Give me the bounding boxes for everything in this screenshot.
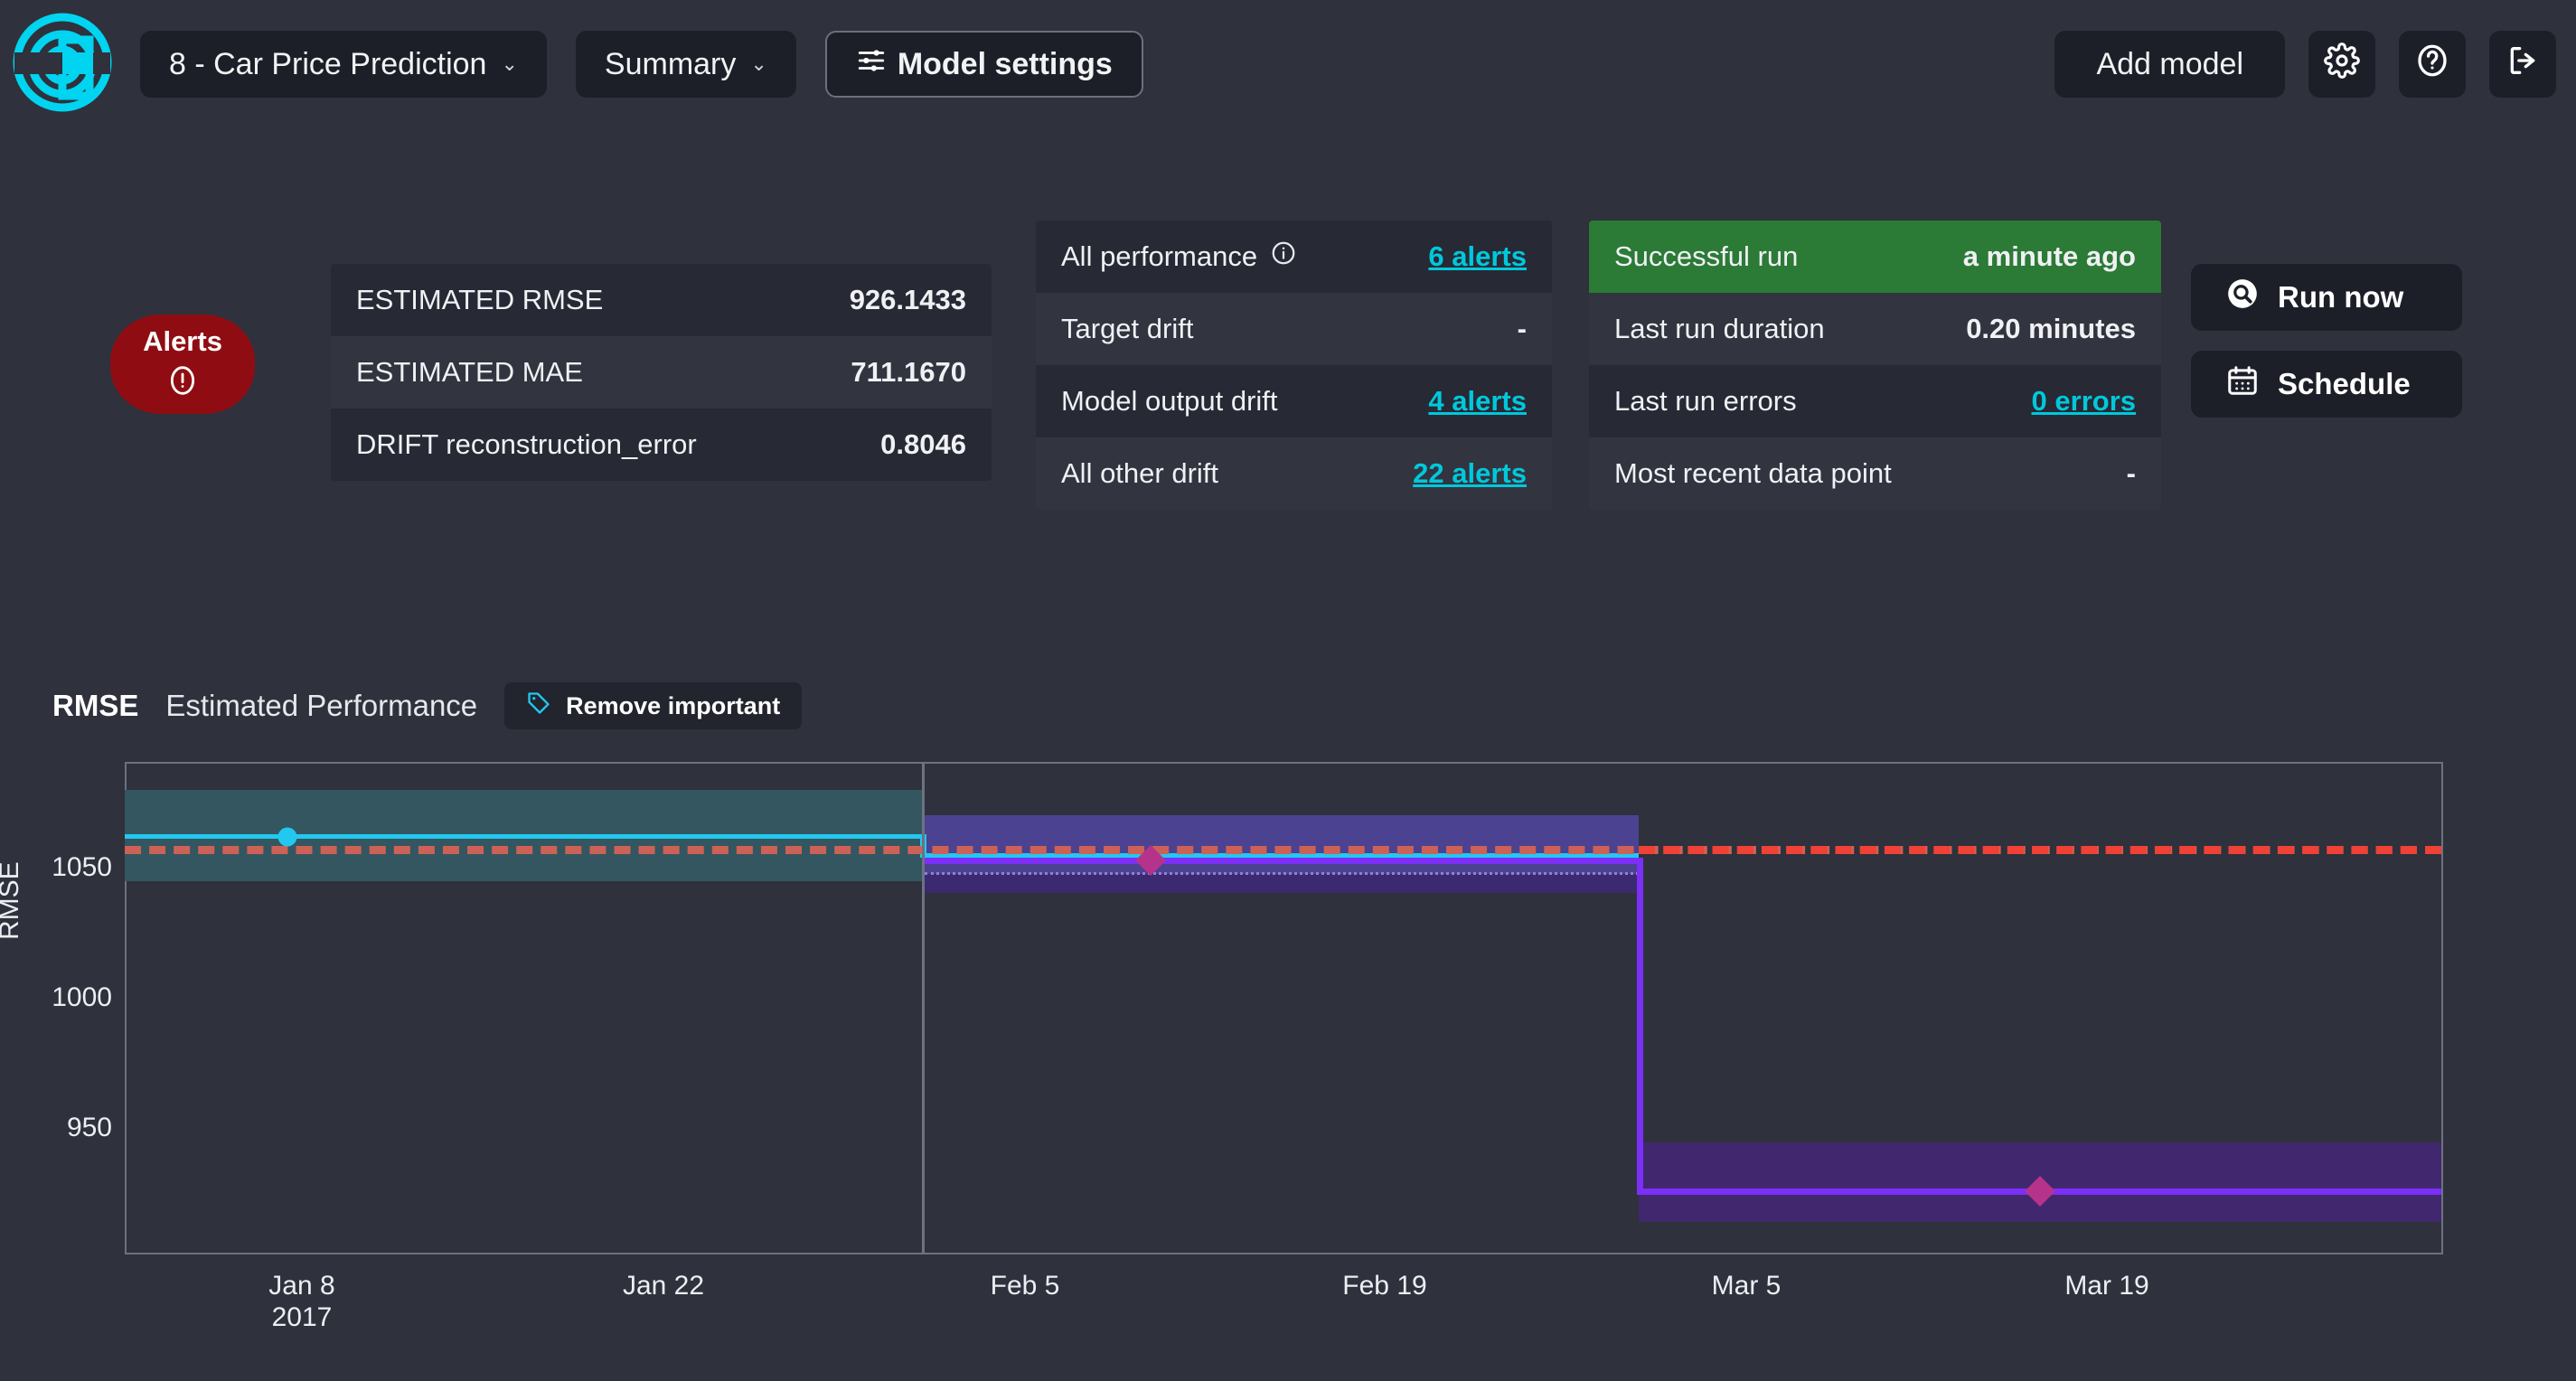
sliders-icon [856,45,887,84]
chart-x-axis: Jan 8 2017 Jan 22 Feb 5 Feb 19 Mar 5 Mar… [0,1264,2576,1345]
alert-row: Model output drift 4 alerts [1036,365,1552,437]
run-errors-key: Last run errors [1614,385,1797,417]
app-header: 8 - Car Price Prediction ⌄ Summary ⌄ Mod… [0,0,2576,140]
help-button[interactable] [2399,31,2466,98]
x-tick-label: Feb 5 [990,1271,1060,1301]
view-selector[interactable]: Summary ⌄ [575,31,796,98]
header-right-controls: Add model [2054,31,2556,98]
chart-subtitle: Estimated Performance [165,689,478,722]
metric-key: DRIFT reconstruction_error [356,428,697,460]
nannyml-logo-icon[interactable] [13,13,112,112]
run-errors-row: Last run errors 0 errors [1589,365,2161,437]
x-tick-label: Mar 5 [1711,1271,1782,1301]
metric-key: ESTIMATED MAE [356,356,583,388]
exclamation-circle-icon [165,362,201,403]
alert-key-label: All performance [1061,240,1258,272]
analysis-confidence-band-segment-1-lower [925,874,1639,893]
estimated-performance-drop [1637,858,1643,1191]
chart-header: RMSE Estimated Performance Remove import… [52,682,803,729]
period-divider [922,762,925,1254]
add-model-label: Add model [2096,46,2243,81]
x-tick-label: Jan 22 [622,1271,705,1301]
metric-value: 711.1670 [851,356,966,388]
y-tick-label: 950 [66,1113,112,1142]
alert-key: All other drift [1061,457,1219,489]
model-settings-button[interactable]: Model settings [824,31,1143,98]
recent-data-point-key: Most recent data point [1614,457,1892,489]
run-status-key: Successful run [1614,240,1799,272]
x-tick-label-date: Jan 8 [268,1271,335,1301]
alert-count: - [1517,313,1527,344]
header-left-controls: 8 - Car Price Prediction ⌄ Summary ⌄ Mod… [140,31,1143,98]
metric-row: ESTIMATED RMSE 926.1433 [331,264,992,336]
run-status-card: Successful run a minute ago Last run dur… [1589,221,2161,510]
alerts-badge-label: Alerts [143,325,222,357]
reference-performance-line [125,834,925,839]
alert-row: Target drift - [1036,293,1552,365]
remove-important-button[interactable]: Remove important [504,682,803,729]
magnifier-circle-icon [2225,277,2260,318]
settings-button[interactable] [2308,31,2375,98]
remove-important-label: Remove important [566,691,781,719]
metric-row: ESTIMATED MAE 711.1670 [331,336,992,409]
logout-icon [2505,42,2541,87]
alert-row: All other drift 22 alerts [1036,437,1552,510]
tag-icon [526,690,551,722]
estimated-performance-line-segment-1 [925,858,1639,864]
view-selector-label: Summary [604,46,737,81]
run-duration-value: 0.20 minutes [1966,313,2136,344]
estimated-metrics-card: ESTIMATED RMSE 926.1433 ESTIMATED MAE 71… [331,264,992,481]
alert-key: Model output drift [1061,385,1278,417]
info-circle-icon[interactable] [1270,240,1297,274]
threshold-line-right [1639,846,2441,854]
chevron-down-icon: ⌄ [501,52,518,75]
metric-value: 0.8046 [880,428,966,460]
plot-series-layer [125,762,2443,1254]
run-duration-row: Last run duration 0.20 minutes [1589,293,2161,365]
calendar-icon [2225,363,2260,405]
chevron-down-icon: ⌄ [750,52,767,75]
y-tick-label: 1000 [52,982,112,1012]
gear-icon [2324,42,2360,87]
metric-value: 926.1433 [849,284,966,315]
alert-key: All performance [1061,240,1297,274]
alert-count-link[interactable]: 22 alerts [1413,457,1527,490]
metric-row: DRIFT reconstruction_error 0.8046 [331,409,992,481]
add-model-button[interactable]: Add model [2054,31,2285,98]
alert-count-link[interactable]: 6 alerts [1428,240,1527,273]
run-now-label: Run now [2278,280,2404,314]
chart-y-axis-title: RMSE [0,861,24,940]
model-selector[interactable]: 8 - Car Price Prediction ⌄ [140,31,547,98]
logout-button[interactable] [2489,31,2556,98]
x-tick-label-year: 2017 [271,1301,333,1332]
schedule-button[interactable]: Schedule [2191,351,2462,418]
x-tick-label: Jan 8 2017 [268,1271,334,1333]
alert-key: Target drift [1061,313,1194,344]
reference-data-point-marker[interactable] [277,827,297,847]
question-circle-icon [2413,42,2451,88]
y-tick-label: 1050 [52,852,112,882]
model-settings-label: Model settings [897,46,1113,81]
run-duration-key: Last run duration [1614,313,1825,344]
chart-y-axis: 1050 1000 950 [0,762,112,1254]
recent-data-point-value: - [2126,457,2136,489]
chart-metric-name: RMSE [52,689,139,722]
schedule-label: Schedule [2278,367,2411,400]
run-errors-link[interactable]: 0 errors [2032,385,2136,418]
alerts-badge[interactable]: Alerts [110,315,255,414]
estimated-line-dotted-boundary [925,872,1639,875]
alerts-summary-card: All performance 6 alerts Target drift - … [1036,221,1552,510]
action-buttons: Run now Schedule [2191,264,2462,418]
run-status-value: a minute ago [1962,240,2136,272]
alert-count-link[interactable]: 4 alerts [1428,385,1527,418]
model-selector-label: 8 - Car Price Prediction [169,46,487,81]
alert-row: All performance 6 alerts [1036,221,1552,293]
run-now-button[interactable]: Run now [2191,264,2462,331]
rmse-estimated-performance-chart[interactable] [125,762,2443,1254]
x-tick-label: Feb 19 [1342,1271,1427,1301]
x-tick-label: Mar 19 [2064,1271,2149,1301]
metric-key: ESTIMATED RMSE [356,284,604,315]
recent-data-point-row: Most recent data point - [1589,437,2161,510]
run-status-row: Successful run a minute ago [1589,221,2161,293]
